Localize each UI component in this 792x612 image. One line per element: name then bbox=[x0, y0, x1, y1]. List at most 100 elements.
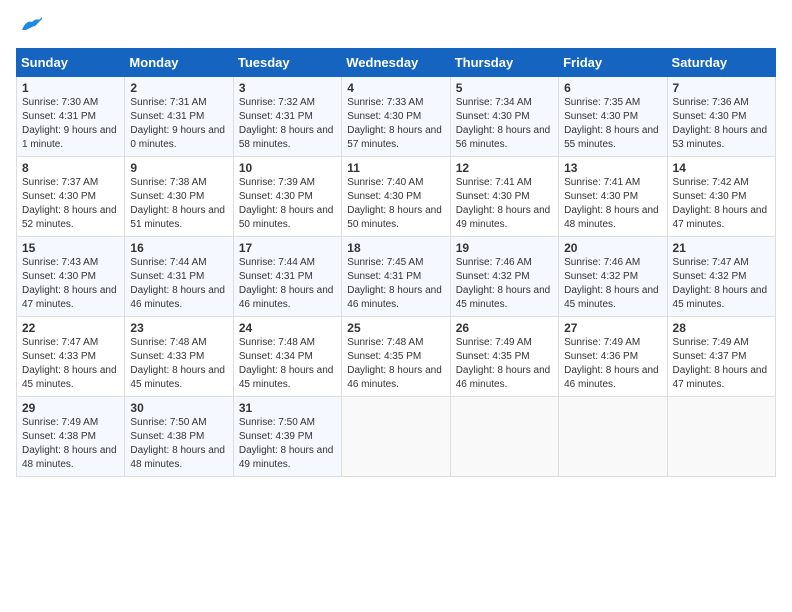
day-number: 26 bbox=[456, 321, 553, 335]
day-info: Sunrise: 7:41 AMSunset: 4:30 PMDaylight:… bbox=[456, 176, 553, 232]
week-row-4: 22 Sunrise: 7:47 AMSunset: 4:33 PMDaylig… bbox=[17, 317, 776, 397]
week-row-1: 1 Sunrise: 7:30 AMSunset: 4:31 PMDayligh… bbox=[17, 77, 776, 157]
day-info: Sunrise: 7:50 AMSunset: 4:39 PMDaylight:… bbox=[239, 416, 336, 472]
col-header-saturday: Saturday bbox=[667, 49, 775, 77]
day-number: 30 bbox=[130, 401, 227, 415]
day-info: Sunrise: 7:30 AMSunset: 4:31 PMDaylight:… bbox=[22, 96, 119, 152]
calendar-cell: 6 Sunrise: 7:35 AMSunset: 4:30 PMDayligh… bbox=[559, 77, 667, 157]
day-number: 31 bbox=[239, 401, 336, 415]
day-info: Sunrise: 7:36 AMSunset: 4:30 PMDaylight:… bbox=[673, 96, 770, 152]
day-number: 22 bbox=[22, 321, 119, 335]
day-number: 21 bbox=[673, 241, 770, 255]
calendar-cell: 10 Sunrise: 7:39 AMSunset: 4:30 PMDaylig… bbox=[233, 157, 341, 237]
calendar-cell: 4 Sunrise: 7:33 AMSunset: 4:30 PMDayligh… bbox=[342, 77, 450, 157]
day-info: Sunrise: 7:50 AMSunset: 4:38 PMDaylight:… bbox=[130, 416, 227, 472]
calendar-cell: 14 Sunrise: 7:42 AMSunset: 4:30 PMDaylig… bbox=[667, 157, 775, 237]
day-number: 25 bbox=[347, 321, 444, 335]
calendar-cell bbox=[667, 397, 775, 477]
day-info: Sunrise: 7:32 AMSunset: 4:31 PMDaylight:… bbox=[239, 96, 336, 152]
calendar-cell: 31 Sunrise: 7:50 AMSunset: 4:39 PMDaylig… bbox=[233, 397, 341, 477]
col-header-wednesday: Wednesday bbox=[342, 49, 450, 77]
calendar-cell: 23 Sunrise: 7:48 AMSunset: 4:33 PMDaylig… bbox=[125, 317, 233, 397]
day-info: Sunrise: 7:40 AMSunset: 4:30 PMDaylight:… bbox=[347, 176, 444, 232]
calendar-cell: 26 Sunrise: 7:49 AMSunset: 4:35 PMDaylig… bbox=[450, 317, 558, 397]
calendar-cell bbox=[342, 397, 450, 477]
day-info: Sunrise: 7:49 AMSunset: 4:38 PMDaylight:… bbox=[22, 416, 119, 472]
day-number: 2 bbox=[130, 81, 227, 95]
day-number: 19 bbox=[456, 241, 553, 255]
day-number: 23 bbox=[130, 321, 227, 335]
calendar-cell: 22 Sunrise: 7:47 AMSunset: 4:33 PMDaylig… bbox=[17, 317, 125, 397]
day-info: Sunrise: 7:45 AMSunset: 4:31 PMDaylight:… bbox=[347, 256, 444, 312]
day-number: 6 bbox=[564, 81, 661, 95]
day-number: 28 bbox=[673, 321, 770, 335]
day-number: 10 bbox=[239, 161, 336, 175]
calendar-cell: 19 Sunrise: 7:46 AMSunset: 4:32 PMDaylig… bbox=[450, 237, 558, 317]
day-number: 4 bbox=[347, 81, 444, 95]
day-info: Sunrise: 7:47 AMSunset: 4:32 PMDaylight:… bbox=[673, 256, 770, 312]
calendar-cell: 3 Sunrise: 7:32 AMSunset: 4:31 PMDayligh… bbox=[233, 77, 341, 157]
calendar-cell: 28 Sunrise: 7:49 AMSunset: 4:37 PMDaylig… bbox=[667, 317, 775, 397]
day-number: 14 bbox=[673, 161, 770, 175]
calendar-cell: 21 Sunrise: 7:47 AMSunset: 4:32 PMDaylig… bbox=[667, 237, 775, 317]
day-number: 7 bbox=[673, 81, 770, 95]
day-info: Sunrise: 7:39 AMSunset: 4:30 PMDaylight:… bbox=[239, 176, 336, 232]
day-number: 1 bbox=[22, 81, 119, 95]
day-info: Sunrise: 7:48 AMSunset: 4:35 PMDaylight:… bbox=[347, 336, 444, 392]
day-number: 5 bbox=[456, 81, 553, 95]
day-number: 24 bbox=[239, 321, 336, 335]
calendar-cell: 25 Sunrise: 7:48 AMSunset: 4:35 PMDaylig… bbox=[342, 317, 450, 397]
col-header-thursday: Thursday bbox=[450, 49, 558, 77]
day-info: Sunrise: 7:49 AMSunset: 4:37 PMDaylight:… bbox=[673, 336, 770, 392]
day-info: Sunrise: 7:42 AMSunset: 4:30 PMDaylight:… bbox=[673, 176, 770, 232]
day-number: 20 bbox=[564, 241, 661, 255]
day-number: 3 bbox=[239, 81, 336, 95]
calendar-header-row: SundayMondayTuesdayWednesdayThursdayFrid… bbox=[17, 49, 776, 77]
day-info: Sunrise: 7:31 AMSunset: 4:31 PMDaylight:… bbox=[130, 96, 227, 152]
day-number: 27 bbox=[564, 321, 661, 335]
logo-bird-icon bbox=[20, 16, 42, 34]
week-row-3: 15 Sunrise: 7:43 AMSunset: 4:30 PMDaylig… bbox=[17, 237, 776, 317]
calendar-table: SundayMondayTuesdayWednesdayThursdayFrid… bbox=[16, 48, 776, 477]
day-number: 13 bbox=[564, 161, 661, 175]
col-header-sunday: Sunday bbox=[17, 49, 125, 77]
calendar-cell: 17 Sunrise: 7:44 AMSunset: 4:31 PMDaylig… bbox=[233, 237, 341, 317]
calendar-cell: 7 Sunrise: 7:36 AMSunset: 4:30 PMDayligh… bbox=[667, 77, 775, 157]
header bbox=[16, 16, 776, 40]
day-info: Sunrise: 7:49 AMSunset: 4:35 PMDaylight:… bbox=[456, 336, 553, 392]
col-header-friday: Friday bbox=[559, 49, 667, 77]
day-info: Sunrise: 7:43 AMSunset: 4:30 PMDaylight:… bbox=[22, 256, 119, 312]
day-number: 18 bbox=[347, 241, 444, 255]
calendar-cell: 16 Sunrise: 7:44 AMSunset: 4:31 PMDaylig… bbox=[125, 237, 233, 317]
day-number: 16 bbox=[130, 241, 227, 255]
calendar-cell bbox=[559, 397, 667, 477]
calendar-cell: 1 Sunrise: 7:30 AMSunset: 4:31 PMDayligh… bbox=[17, 77, 125, 157]
calendar-cell: 24 Sunrise: 7:48 AMSunset: 4:34 PMDaylig… bbox=[233, 317, 341, 397]
day-info: Sunrise: 7:48 AMSunset: 4:33 PMDaylight:… bbox=[130, 336, 227, 392]
calendar-cell: 5 Sunrise: 7:34 AMSunset: 4:30 PMDayligh… bbox=[450, 77, 558, 157]
calendar-cell: 11 Sunrise: 7:40 AMSunset: 4:30 PMDaylig… bbox=[342, 157, 450, 237]
day-info: Sunrise: 7:37 AMSunset: 4:30 PMDaylight:… bbox=[22, 176, 119, 232]
col-header-monday: Monday bbox=[125, 49, 233, 77]
day-info: Sunrise: 7:41 AMSunset: 4:30 PMDaylight:… bbox=[564, 176, 661, 232]
day-info: Sunrise: 7:44 AMSunset: 4:31 PMDaylight:… bbox=[130, 256, 227, 312]
col-header-tuesday: Tuesday bbox=[233, 49, 341, 77]
calendar-cell: 13 Sunrise: 7:41 AMSunset: 4:30 PMDaylig… bbox=[559, 157, 667, 237]
day-number: 29 bbox=[22, 401, 119, 415]
day-number: 8 bbox=[22, 161, 119, 175]
calendar-cell: 9 Sunrise: 7:38 AMSunset: 4:30 PMDayligh… bbox=[125, 157, 233, 237]
day-number: 15 bbox=[22, 241, 119, 255]
day-info: Sunrise: 7:44 AMSunset: 4:31 PMDaylight:… bbox=[239, 256, 336, 312]
calendar-cell: 27 Sunrise: 7:49 AMSunset: 4:36 PMDaylig… bbox=[559, 317, 667, 397]
day-number: 11 bbox=[347, 161, 444, 175]
calendar-cell: 30 Sunrise: 7:50 AMSunset: 4:38 PMDaylig… bbox=[125, 397, 233, 477]
day-number: 12 bbox=[456, 161, 553, 175]
calendar-cell: 12 Sunrise: 7:41 AMSunset: 4:30 PMDaylig… bbox=[450, 157, 558, 237]
logo bbox=[16, 16, 42, 40]
calendar-cell: 2 Sunrise: 7:31 AMSunset: 4:31 PMDayligh… bbox=[125, 77, 233, 157]
week-row-2: 8 Sunrise: 7:37 AMSunset: 4:30 PMDayligh… bbox=[17, 157, 776, 237]
calendar-cell: 15 Sunrise: 7:43 AMSunset: 4:30 PMDaylig… bbox=[17, 237, 125, 317]
day-info: Sunrise: 7:46 AMSunset: 4:32 PMDaylight:… bbox=[456, 256, 553, 312]
calendar-cell bbox=[450, 397, 558, 477]
calendar-cell: 20 Sunrise: 7:46 AMSunset: 4:32 PMDaylig… bbox=[559, 237, 667, 317]
